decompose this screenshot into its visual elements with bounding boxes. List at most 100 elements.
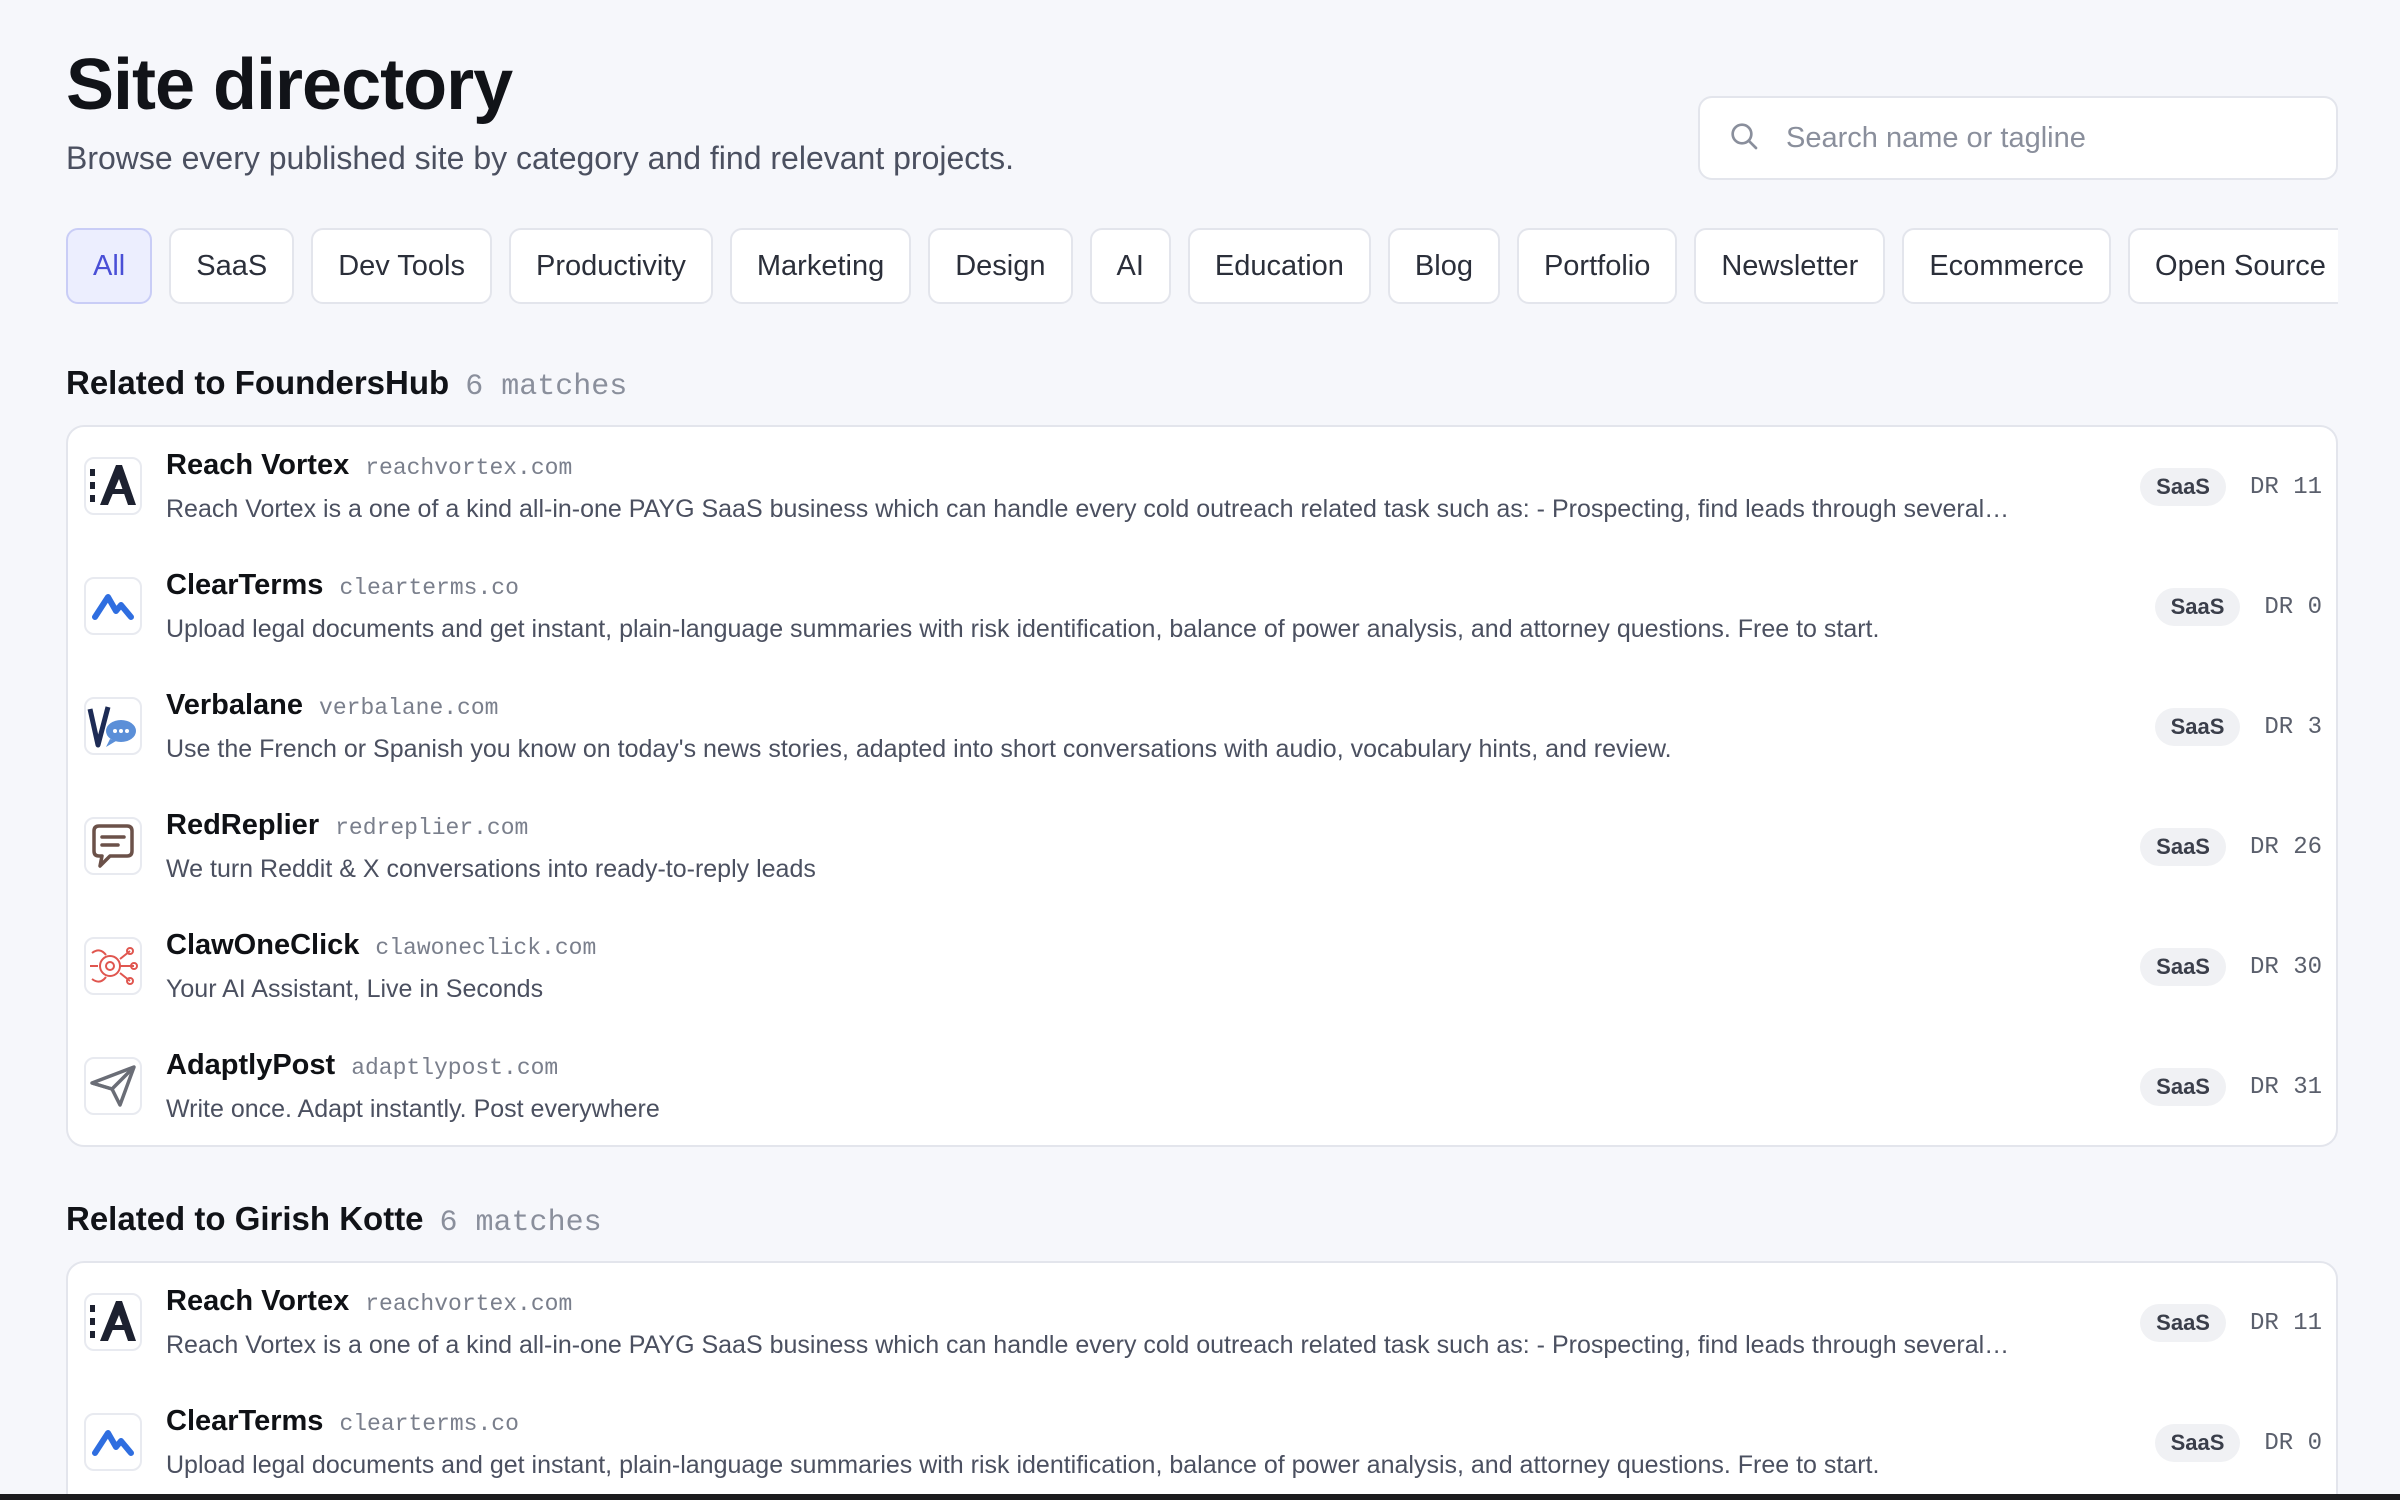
site-domain[interactable]: adaptlypost.com bbox=[351, 1055, 558, 1081]
site-domain[interactable]: reachvortex.com bbox=[365, 1291, 572, 1317]
site-tagline: Write once. Adapt instantly. Post everyw… bbox=[166, 1095, 660, 1123]
section-title: Related to FoundersHub 6 matches bbox=[66, 364, 627, 404]
site-domain[interactable]: redreplier.com bbox=[335, 815, 528, 841]
category-filter-bar: All SaaS Dev Tools Productivity Marketing Des… bbox=[66, 228, 2338, 304]
row-heading: Reach Vortex reachvortex.com bbox=[166, 1285, 572, 1318]
row-meta: SaaS DR 0 bbox=[2154, 1424, 2322, 1462]
filter-chip-blog[interactable]: Blog bbox=[1387, 228, 1500, 304]
site-tagline: Your AI Assistant, Live in Seconds bbox=[166, 975, 544, 1003]
site-row[interactable]: AdaptlyPost adaptlypost.com Write once. Ad… bbox=[68, 1027, 2336, 1145]
clearterms-logo-icon bbox=[84, 577, 142, 635]
site-tagline: We turn Reddit & X conversations into re… bbox=[166, 855, 816, 883]
row-heading: Verbalane verbalane.com bbox=[166, 689, 498, 722]
window-bottom-edge bbox=[0, 1494, 2400, 1500]
domain-rating: DR 0 bbox=[2264, 1429, 2322, 1457]
chat-bubble-icon bbox=[84, 817, 142, 875]
category-badge: SaaS bbox=[2140, 1304, 2226, 1342]
row-meta: SaaS DR 30 bbox=[2140, 948, 2322, 986]
site-row[interactable]: RedReplier redreplier.com We turn Reddit &… bbox=[68, 787, 2336, 907]
site-name[interactable]: RedReplier bbox=[166, 809, 319, 842]
site-name[interactable]: Verbalane bbox=[166, 689, 303, 722]
search-input[interactable] bbox=[1786, 121, 2306, 155]
domain-rating: DR 11 bbox=[2249, 473, 2322, 501]
row-heading: RedReplier redreplier.com bbox=[166, 809, 528, 842]
domain-rating: DR 3 bbox=[2264, 713, 2322, 741]
site-row[interactable]: ClearTerms clearterms.co Upload legal docu… bbox=[68, 1383, 2336, 1500]
clearterms-logo-icon bbox=[84, 1413, 142, 1471]
site-tagline: Upload legal documents and get instant, … bbox=[166, 1451, 1880, 1479]
category-badge: SaaS bbox=[2140, 1068, 2226, 1106]
row-meta: SaaS DR 11 bbox=[2140, 1304, 2322, 1342]
section-title: Related to Girish Kotte 6 matches bbox=[66, 1200, 602, 1240]
site-name[interactable]: AdaptlyPost bbox=[166, 1049, 335, 1082]
filter-chip-ecommerce[interactable]: Ecommerce bbox=[1902, 228, 2112, 304]
site-domain[interactable]: clearterms.co bbox=[339, 1411, 518, 1437]
site-name[interactable]: ClawOneClick bbox=[166, 929, 359, 962]
results-card: Reach Vortex reachvortex.com Reach Vortex … bbox=[66, 425, 2338, 1147]
page-header: Site directory Browse every published si… bbox=[66, 40, 1014, 178]
site-row[interactable]: Reach Vortex reachvortex.com Reach Vortex … bbox=[68, 1263, 2336, 1383]
site-tagline: Reach Vortex is a one of a kind all-in-o… bbox=[166, 495, 2010, 523]
filter-chip-design[interactable]: Design bbox=[928, 228, 1073, 304]
site-name[interactable]: ClearTerms bbox=[166, 569, 323, 602]
site-domain[interactable]: clearterms.co bbox=[339, 575, 518, 601]
category-badge: SaaS bbox=[2140, 948, 2226, 986]
filter-chip-productivity[interactable]: Productivity bbox=[509, 228, 713, 304]
results-card: Reach Vortex reachvortex.com Reach Vortex … bbox=[66, 1261, 2338, 1500]
site-tagline: Upload legal documents and get instant, … bbox=[166, 615, 1880, 643]
site-name[interactable]: Reach Vortex bbox=[166, 1285, 349, 1318]
row-heading: AdaptlyPost adaptlypost.com bbox=[166, 1049, 558, 1082]
category-badge: SaaS bbox=[2154, 588, 2241, 626]
row-heading: ClearTerms clearterms.co bbox=[166, 1405, 519, 1438]
section-heading: Related to Girish Kotte bbox=[66, 1200, 424, 1237]
filter-chip-portfolio[interactable]: Portfolio bbox=[1516, 228, 1678, 304]
match-count: 6 matches bbox=[465, 370, 628, 404]
row-meta: SaaS DR 26 bbox=[2140, 828, 2322, 866]
filter-chip-dev-tools[interactable]: Dev Tools bbox=[311, 228, 492, 304]
site-domain[interactable]: clawoneclick.com bbox=[375, 935, 596, 961]
filter-chip-all[interactable]: All bbox=[66, 228, 153, 304]
row-heading: Reach Vortex reachvortex.com bbox=[166, 449, 572, 482]
site-tagline: Reach Vortex is a one of a kind all-in-o… bbox=[166, 1331, 2010, 1359]
site-row[interactable]: ClearTerms clearterms.co Upload legal docu… bbox=[68, 547, 2336, 667]
domain-rating: DR 30 bbox=[2249, 953, 2322, 981]
row-meta: SaaS DR 11 bbox=[2140, 468, 2322, 506]
category-badge: SaaS bbox=[2140, 468, 2226, 506]
site-name[interactable]: ClearTerms bbox=[166, 1405, 323, 1438]
claw-logo-icon bbox=[84, 937, 142, 995]
filter-chip-ai[interactable]: AI bbox=[1089, 228, 1171, 304]
domain-rating: DR 31 bbox=[2249, 1073, 2322, 1101]
page-subtitle: Browse every published site by category … bbox=[66, 140, 1015, 176]
site-name[interactable]: Reach Vortex bbox=[166, 449, 349, 482]
reachvortex-logo-icon bbox=[84, 457, 142, 515]
category-badge: SaaS bbox=[2140, 828, 2226, 866]
site-row[interactable]: Reach Vortex reachvortex.com Reach Vortex … bbox=[68, 427, 2336, 547]
row-heading: ClearTerms clearterms.co bbox=[166, 569, 519, 602]
page-title: Site directory bbox=[66, 45, 513, 125]
row-heading: ClawOneClick clawoneclick.com bbox=[166, 929, 596, 962]
site-domain[interactable]: reachvortex.com bbox=[365, 455, 572, 481]
row-meta: SaaS DR 31 bbox=[2140, 1068, 2322, 1106]
site-row[interactable]: Verbalane verbalane.com Use the French or … bbox=[68, 667, 2336, 787]
filter-chip-newsletter[interactable]: Newsletter bbox=[1694, 228, 1886, 304]
search-box[interactable] bbox=[1698, 96, 2338, 180]
section-heading: Related to FoundersHub bbox=[66, 364, 450, 401]
reachvortex-logo-icon bbox=[84, 1293, 142, 1351]
category-badge: SaaS bbox=[2154, 708, 2241, 746]
verbalane-logo-icon bbox=[84, 697, 142, 755]
domain-rating: DR 11 bbox=[2249, 1309, 2322, 1337]
match-count: 6 matches bbox=[439, 1206, 602, 1240]
paper-plane-icon bbox=[84, 1057, 142, 1115]
search-icon bbox=[1728, 120, 1760, 157]
domain-rating: DR 0 bbox=[2264, 593, 2322, 621]
site-domain[interactable]: verbalane.com bbox=[319, 695, 498, 721]
row-meta: SaaS DR 3 bbox=[2154, 708, 2322, 746]
site-tagline: Use the French or Spanish you know on to… bbox=[166, 735, 1672, 763]
filter-chip-marketing[interactable]: Marketing bbox=[729, 228, 912, 304]
site-row[interactable]: ClawOneClick clawoneclick.com Your AI Assi… bbox=[68, 907, 2336, 1027]
row-meta: SaaS DR 0 bbox=[2154, 588, 2322, 626]
filter-chip-education[interactable]: Education bbox=[1187, 228, 1371, 304]
category-badge: SaaS bbox=[2154, 1424, 2241, 1462]
filter-chip-saas[interactable]: SaaS bbox=[169, 228, 295, 304]
filter-chip-open-source[interactable]: Open Source bbox=[2128, 228, 2338, 304]
